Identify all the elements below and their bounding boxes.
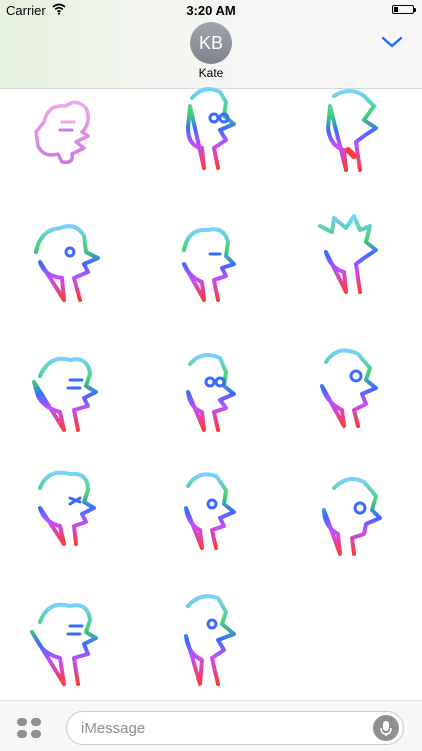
avatar[interactable]: KB: [190, 22, 232, 64]
sticker-3-1[interactable]: [14, 346, 134, 456]
sticker-grid: [0, 87, 422, 698]
message-placeholder: iMessage: [81, 720, 146, 737]
sticker-2-3[interactable]: [294, 206, 414, 316]
conversation-header: Carrier 3:20 AM KB Kate: [0, 0, 422, 89]
sticker-4-1[interactable]: [14, 460, 134, 570]
avatar-initials: KB: [198, 32, 223, 53]
sticker-3-2[interactable]: [154, 346, 274, 456]
sticker-2-1[interactable]: [14, 212, 134, 322]
chevron-down-icon[interactable]: [380, 34, 404, 50]
sticker-4-3[interactable]: [294, 468, 414, 578]
message-input[interactable]: iMessage: [66, 711, 404, 745]
sticker-1-3[interactable]: [294, 84, 414, 194]
contact-name[interactable]: Kate: [0, 66, 422, 80]
apps-grid-icon[interactable]: [16, 717, 42, 739]
battery-icon: [392, 5, 416, 14]
microphone-icon[interactable]: [373, 715, 399, 741]
sticker-1-2[interactable]: [154, 82, 274, 192]
sticker-3-3[interactable]: [294, 340, 414, 450]
sticker-2-2[interactable]: [154, 214, 274, 324]
status-time: 3:20 AM: [186, 3, 236, 18]
sticker-5-1[interactable]: [14, 592, 134, 702]
sticker-4-2[interactable]: [154, 464, 274, 574]
sticker-5-2[interactable]: [154, 588, 274, 698]
status-bar: Carrier 3:20 AM: [0, 0, 422, 22]
sticker-1-1[interactable]: [14, 92, 134, 202]
composer-bar: iMessage: [0, 700, 422, 751]
